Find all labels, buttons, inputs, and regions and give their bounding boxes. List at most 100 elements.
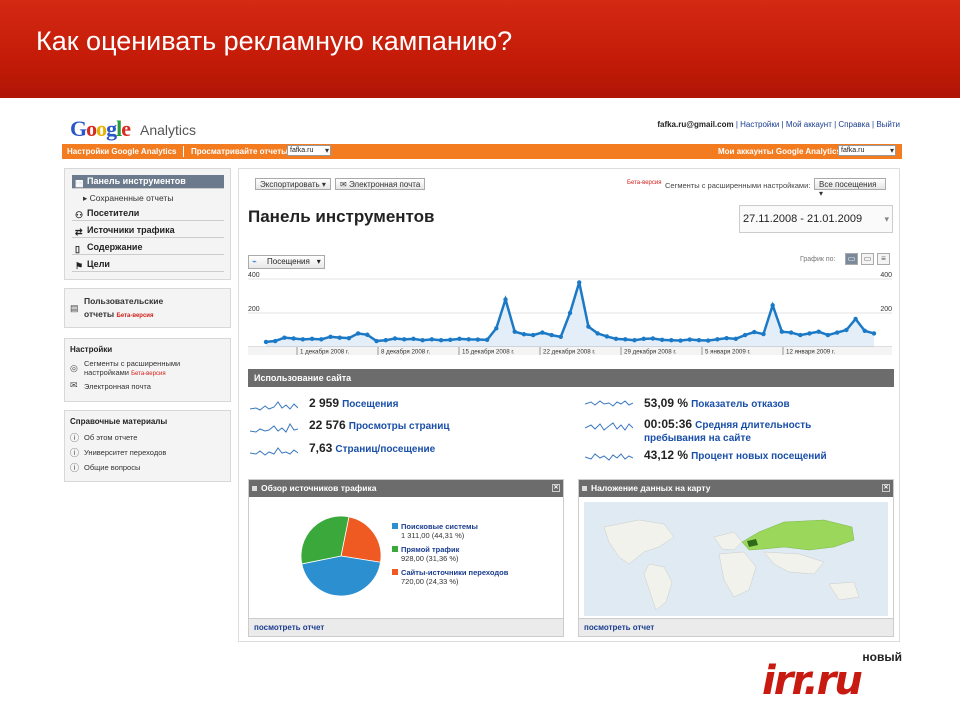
data-point[interactable] bbox=[669, 338, 674, 343]
data-point[interactable] bbox=[853, 316, 858, 322]
ga-settings-link[interactable]: Настройки Google Analytics bbox=[67, 147, 176, 156]
data-point[interactable] bbox=[448, 337, 453, 343]
link-my-account[interactable]: Мой аккаунт bbox=[786, 120, 832, 129]
close-icon[interactable]: ✕ bbox=[882, 484, 890, 492]
data-point[interactable] bbox=[613, 336, 619, 342]
data-point[interactable] bbox=[779, 329, 785, 334]
metric-new-visits[interactable]: 43,12 % Процент новых посещений bbox=[644, 448, 827, 462]
data-point[interactable] bbox=[659, 337, 665, 343]
data-point[interactable] bbox=[604, 334, 610, 339]
data-point[interactable] bbox=[365, 332, 370, 337]
data-point[interactable] bbox=[484, 337, 490, 343]
data-point[interactable] bbox=[282, 335, 287, 340]
data-point[interactable] bbox=[678, 338, 683, 343]
data-point[interactable] bbox=[328, 334, 333, 339]
data-point[interactable] bbox=[401, 337, 407, 342]
metric-selector[interactable]: ⌁ Посещения bbox=[248, 255, 325, 269]
data-point[interactable] bbox=[595, 331, 600, 336]
data-point[interactable] bbox=[457, 336, 462, 342]
nav-traffic-sources[interactable]: ⇄ Источники трафика bbox=[72, 224, 224, 238]
email-button[interactable]: ✉ Электронная почта bbox=[335, 178, 426, 190]
drag-handle-icon[interactable] bbox=[252, 486, 257, 491]
data-point[interactable] bbox=[309, 336, 315, 342]
metric-pages-per-visit[interactable]: 7,63 Страниц/посещение bbox=[309, 441, 435, 455]
data-point[interactable] bbox=[337, 335, 342, 340]
data-point[interactable] bbox=[834, 330, 840, 335]
data-point[interactable] bbox=[770, 303, 775, 308]
drag-handle-icon[interactable] bbox=[582, 486, 587, 491]
segments-link[interactable]: Сегменты с расширенными настройками Бета… bbox=[84, 359, 180, 379]
nav-visitors[interactable]: ⚇ Посетители bbox=[72, 207, 224, 221]
data-point[interactable] bbox=[558, 334, 563, 339]
data-point[interactable] bbox=[540, 330, 545, 335]
data-point[interactable] bbox=[429, 337, 435, 342]
data-point[interactable] bbox=[466, 337, 471, 342]
help-university[interactable]: Университет переходов bbox=[84, 448, 166, 457]
data-point[interactable] bbox=[641, 336, 646, 342]
data-point[interactable] bbox=[788, 330, 794, 335]
chart-line-icon[interactable]: ▭ bbox=[845, 253, 858, 265]
data-point[interactable] bbox=[567, 310, 573, 316]
metric-pageviews[interactable]: 22 576 Просмотры страниц bbox=[309, 418, 450, 432]
metric-avg-duration[interactable]: 00:05:36 Средняя длительность пребывания … bbox=[644, 418, 811, 445]
chart-table-icon[interactable]: ≡ bbox=[877, 253, 890, 265]
data-point[interactable] bbox=[816, 329, 821, 334]
data-point[interactable] bbox=[273, 338, 278, 344]
data-point[interactable] bbox=[420, 338, 425, 343]
view-report-link[interactable]: посмотреть отчет bbox=[249, 618, 563, 636]
data-point[interactable] bbox=[577, 280, 582, 285]
data-point[interactable] bbox=[798, 332, 803, 338]
nav-saved-reports[interactable]: ▸ Сохраненные отчеты bbox=[83, 193, 173, 204]
link-settings[interactable]: Настройки bbox=[740, 120, 779, 129]
data-point[interactable] bbox=[411, 336, 416, 342]
data-point[interactable] bbox=[494, 326, 499, 331]
view-report-link[interactable]: посмотреть отчет bbox=[579, 618, 893, 636]
data-point[interactable] bbox=[687, 337, 692, 342]
data-point[interactable] bbox=[319, 337, 324, 342]
pie-slice[interactable] bbox=[301, 555, 381, 597]
help-faq[interactable]: Общие вопросы bbox=[84, 463, 140, 472]
data-point[interactable] bbox=[733, 336, 739, 342]
data-point[interactable] bbox=[862, 328, 867, 334]
data-point[interactable] bbox=[300, 337, 306, 342]
metric-visits[interactable]: 2 959 Посещения bbox=[309, 396, 398, 410]
nav-dashboard[interactable]: ▦ Панель инструментов bbox=[72, 175, 224, 189]
date-range-picker[interactable]: 27.11.2008 - 21.01.2009 ▾ bbox=[739, 205, 893, 233]
data-point[interactable] bbox=[438, 338, 444, 343]
legend-name[interactable]: Сайты-источники переходов bbox=[401, 568, 508, 577]
data-point[interactable] bbox=[521, 332, 527, 337]
legend-name[interactable]: Прямой трафик bbox=[401, 545, 459, 554]
data-point[interactable] bbox=[696, 338, 702, 343]
data-point[interactable] bbox=[374, 338, 379, 344]
data-point[interactable] bbox=[291, 336, 296, 341]
data-point[interactable] bbox=[355, 331, 361, 336]
custom-reports-box[interactable]: ▤ Пользовательские отчеты Бета-версия bbox=[64, 288, 231, 328]
data-point[interactable] bbox=[475, 337, 481, 342]
world-map[interactable] bbox=[584, 502, 888, 616]
data-point[interactable] bbox=[623, 337, 628, 342]
data-point[interactable] bbox=[383, 338, 388, 343]
data-point[interactable] bbox=[346, 335, 352, 341]
nav-content[interactable]: ▯ Содержание bbox=[72, 241, 224, 255]
data-point[interactable] bbox=[263, 339, 269, 345]
data-point[interactable] bbox=[632, 338, 637, 343]
nav-goals[interactable]: ⚑ Цели bbox=[72, 258, 224, 272]
data-point[interactable] bbox=[825, 332, 831, 338]
data-point[interactable] bbox=[752, 329, 757, 335]
close-icon[interactable]: ✕ bbox=[552, 484, 560, 492]
data-point[interactable] bbox=[742, 332, 748, 338]
data-point[interactable] bbox=[503, 297, 508, 302]
data-point[interactable] bbox=[715, 337, 720, 342]
data-point[interactable] bbox=[807, 331, 812, 336]
data-point[interactable] bbox=[392, 336, 398, 341]
export-button[interactable]: Экспортировать ▾ bbox=[255, 178, 331, 190]
link-help[interactable]: Справка bbox=[838, 120, 869, 129]
data-point[interactable] bbox=[549, 332, 554, 338]
data-point[interactable] bbox=[724, 335, 729, 341]
email-link[interactable]: Электронная почта bbox=[84, 382, 151, 391]
data-point[interactable] bbox=[512, 329, 517, 334]
segments-select[interactable]: Все посещения ▾ bbox=[814, 178, 886, 198]
data-point[interactable] bbox=[586, 324, 591, 329]
my-accounts-select[interactable]: fafka.ru bbox=[838, 145, 896, 156]
help-about-report[interactable]: Об этом отчете bbox=[84, 433, 137, 442]
